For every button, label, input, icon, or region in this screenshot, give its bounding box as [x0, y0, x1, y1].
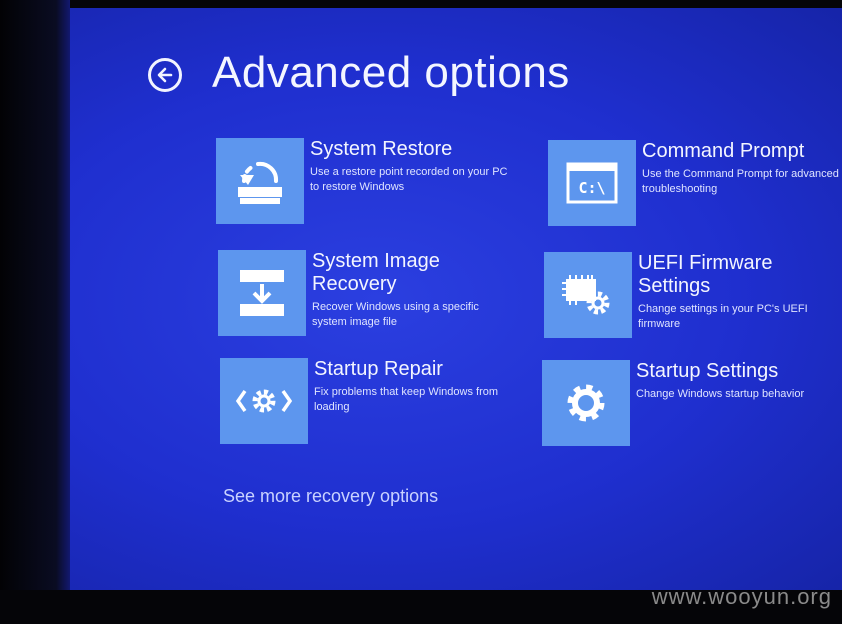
option-title: System Image Recovery: [312, 250, 440, 295]
option-title: Startup Settings: [636, 360, 779, 382]
option-text: UEFI Firmware Settings Change settings i…: [638, 252, 838, 332]
option-description: Use a restore point recorded on your PC …: [310, 166, 508, 193]
monitor-bezel-left: [0, 0, 70, 624]
option-tile: [544, 252, 632, 338]
see-more-recovery-options-link[interactable]: See more recovery options: [223, 486, 438, 507]
page-title: Advanced options: [212, 48, 570, 97]
back-button[interactable]: [148, 58, 182, 92]
option-description: Recover Windows using a specific system …: [312, 301, 479, 328]
startup-repair-icon: [235, 389, 293, 413]
option-title: System Restore: [310, 138, 453, 160]
gear-icon: [567, 384, 605, 422]
option-system-image-recovery[interactable]: System Image Recovery Recover Windows us…: [218, 250, 518, 340]
uefi-firmware-icon: [562, 275, 610, 315]
option-text: System Image Recovery Recover Windows us…: [312, 250, 512, 330]
option-tile: [220, 358, 308, 444]
option-description: Change Windows startup behavior: [636, 388, 805, 400]
option-startup-settings[interactable]: Startup Settings Change Windows startup …: [542, 360, 842, 450]
option-description: Use the Command Prompt for advanced trou…: [642, 168, 839, 195]
option-tile: [218, 250, 306, 336]
option-tile: C:\: [548, 140, 636, 226]
command-prompt-icon: C:\: [566, 162, 618, 204]
option-text: Command Prompt Use the Command Prompt fo…: [642, 140, 842, 197]
option-tile: [542, 360, 630, 446]
option-system-restore[interactable]: System Restore Use a restore point recor…: [216, 138, 516, 228]
advanced-options-screen: Advanced options System Restore Use a re…: [66, 8, 842, 590]
option-title: UEFI Firmware Settings: [638, 252, 773, 297]
watermark: www.wooyun.org: [651, 584, 832, 609]
option-tile: [216, 138, 304, 224]
command-prompt-icon-text: C:\: [578, 179, 605, 197]
back-arrow-icon: [157, 67, 173, 83]
option-uefi-firmware-settings[interactable]: UEFI Firmware Settings Change settings i…: [544, 252, 842, 342]
option-title: Startup Repair: [314, 358, 443, 380]
option-description: Fix problems that keep Windows from load…: [314, 386, 499, 413]
option-description: Change settings in your PC's UEFI firmwa…: [638, 303, 808, 330]
system-image-recovery-icon: [240, 270, 284, 316]
option-text: System Restore Use a restore point recor…: [310, 138, 510, 195]
option-title: Command Prompt: [642, 140, 805, 162]
option-startup-repair[interactable]: Startup Repair Fix problems that keep Wi…: [220, 358, 520, 448]
system-restore-icon: [238, 161, 282, 204]
option-command-prompt[interactable]: C:\ Command Prompt Use the Command Promp…: [548, 140, 842, 230]
option-text: Startup Repair Fix problems that keep Wi…: [314, 358, 514, 415]
option-text: Startup Settings Change Windows startup …: [636, 360, 836, 402]
